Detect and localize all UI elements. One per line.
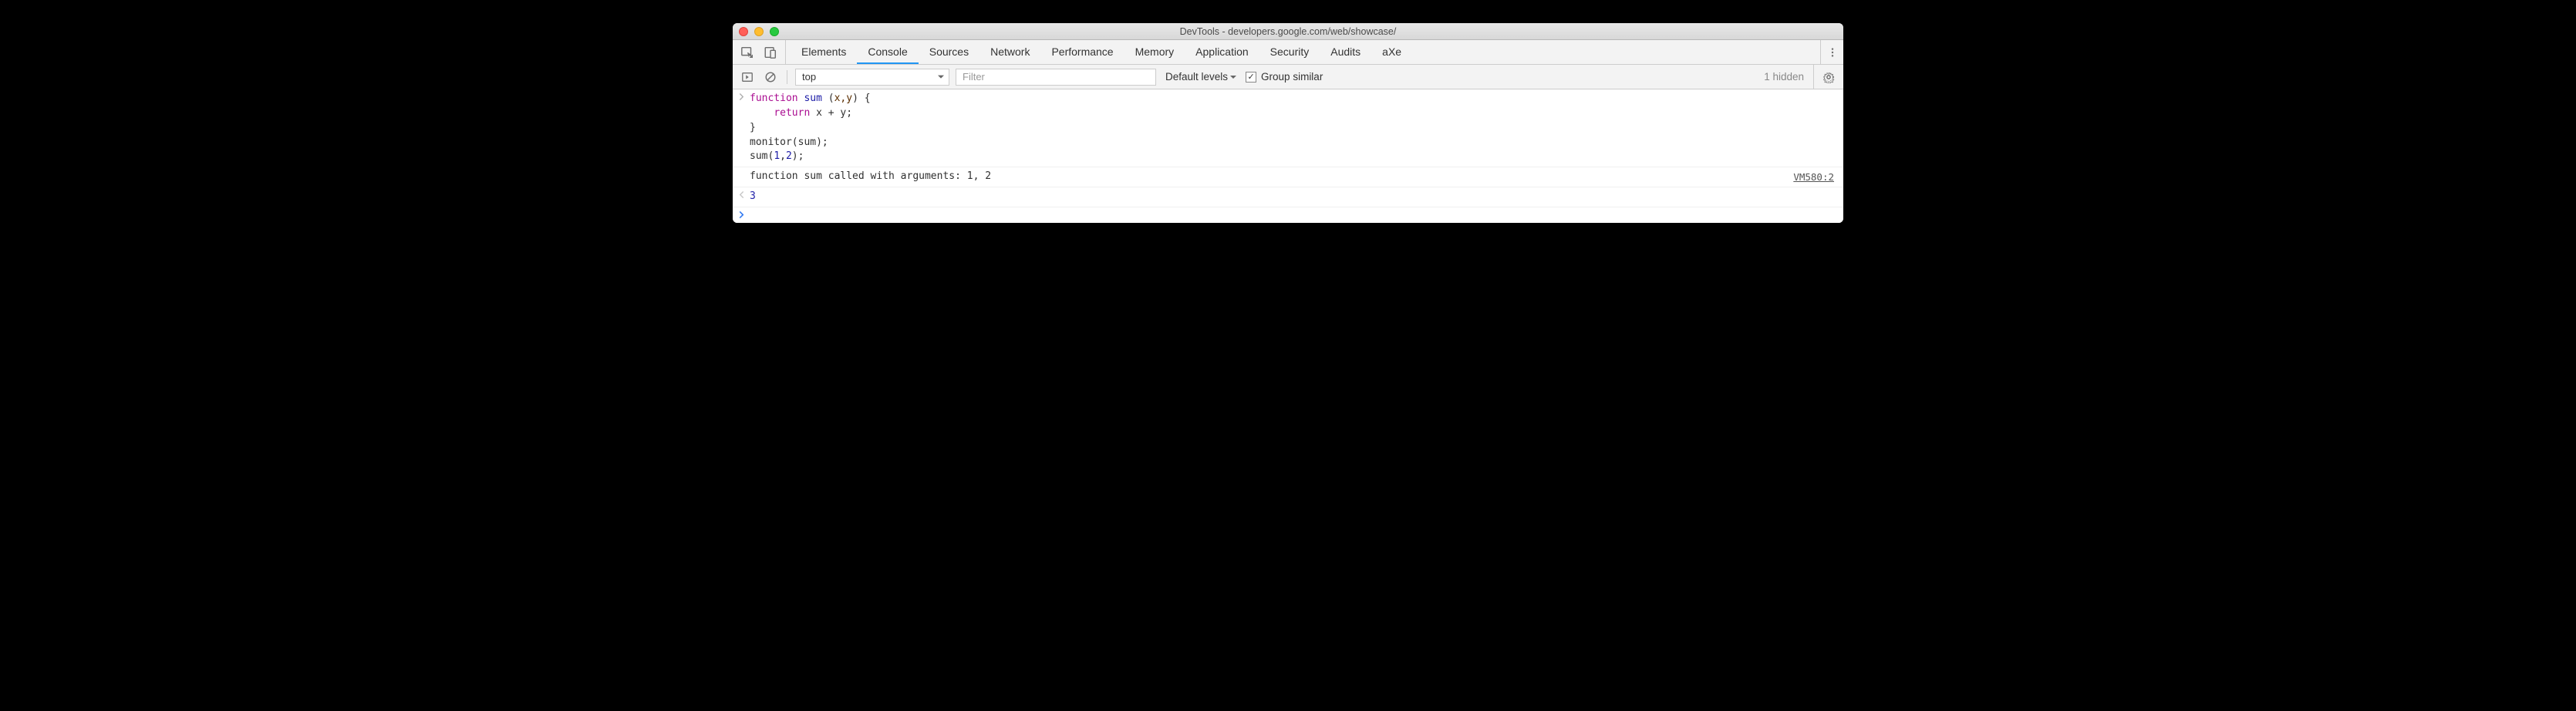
devtools-window: DevTools - developers.google.com/web/sho… [733, 23, 1843, 223]
input-code[interactable]: function sum (x,y) { return x + y; } mon… [750, 92, 1839, 164]
hidden-messages-count[interactable]: 1 hidden [1764, 71, 1807, 83]
more-options-button[interactable] [1820, 40, 1843, 64]
console-settings-button[interactable] [1820, 69, 1837, 86]
log-levels-selector[interactable]: Default levels [1162, 71, 1239, 83]
log-gutter [733, 170, 750, 184]
prompt-input[interactable] [750, 210, 1839, 221]
result-chevron-icon [733, 190, 750, 204]
prompt-chevron-icon [733, 210, 750, 221]
console-body: function sum (x,y) { return x + y; } mon… [733, 89, 1843, 223]
group-similar-checkbox[interactable]: ✓ Group similar [1246, 71, 1323, 83]
console-prompt-row[interactable] [733, 207, 1843, 223]
tab-security[interactable]: Security [1259, 40, 1320, 64]
traffic-lights [739, 27, 779, 36]
checkbox-icon: ✓ [1246, 72, 1256, 83]
log-levels-label: Default levels [1165, 71, 1228, 83]
input-chevron-icon [733, 92, 750, 164]
console-toolbar: top Default levels ✓ Group similar 1 hid… [733, 65, 1843, 89]
tab-elements[interactable]: Elements [791, 40, 857, 64]
source-link[interactable]: VM580:2 [1793, 170, 1839, 184]
group-similar-label: Group similar [1261, 71, 1323, 83]
result-value: 3 [750, 190, 1839, 204]
tab-sources[interactable]: Sources [919, 40, 979, 64]
tab-network[interactable]: Network [979, 40, 1040, 64]
tab-application[interactable]: Application [1185, 40, 1259, 64]
inspect-element-icon[interactable] [740, 45, 754, 59]
tab-console[interactable]: Console [857, 40, 918, 64]
titlebar: DevTools - developers.google.com/web/sho… [733, 23, 1843, 40]
tab-axe[interactable]: aXe [1371, 40, 1412, 64]
inspector-icons [733, 40, 786, 64]
console-input-row: function sum (x,y) { return x + y; } mon… [733, 89, 1843, 167]
console-log-row: function sum called with arguments: 1, 2… [733, 167, 1843, 187]
context-selector-value: top [802, 71, 816, 83]
tab-performance[interactable]: Performance [1040, 40, 1124, 64]
zoom-window-button[interactable] [770, 27, 779, 36]
device-toolbar-icon[interactable] [764, 45, 777, 59]
close-window-button[interactable] [739, 27, 748, 36]
panel-tabs-row: Elements Console Sources Network Perform… [733, 40, 1843, 65]
window-title: DevTools - developers.google.com/web/sho… [733, 26, 1843, 37]
clear-console-button[interactable] [762, 69, 779, 86]
tab-memory[interactable]: Memory [1124, 40, 1185, 64]
log-message: function sum called with arguments: 1, 2 [750, 170, 1793, 184]
filter-input[interactable] [956, 69, 1156, 86]
console-result-row: 3 [733, 187, 1843, 207]
minimize-window-button[interactable] [754, 27, 764, 36]
context-selector[interactable]: top [795, 69, 949, 86]
panel-tabs: Elements Console Sources Network Perform… [786, 40, 1820, 64]
tab-audits[interactable]: Audits [1320, 40, 1371, 64]
chevron-down-icon [1230, 76, 1236, 82]
toggle-sidebar-button[interactable] [739, 69, 756, 86]
